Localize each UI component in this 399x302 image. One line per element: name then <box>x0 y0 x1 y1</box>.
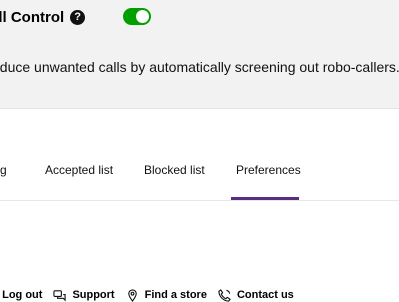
feature-title: all Control <box>0 8 65 26</box>
support-link[interactable]: Support <box>53 289 115 302</box>
call-control-toggle[interactable] <box>123 8 151 25</box>
tab-bar: g Accepted list Blocked list Preferences <box>0 109 399 201</box>
store-label: Find a store <box>144 289 207 301</box>
title-row: all Control ? <box>0 6 86 28</box>
feature-description: educe unwanted calls by automatically sc… <box>0 59 399 75</box>
chat-icon <box>53 289 67 302</box>
tab-blocked-list[interactable]: Blocked list <box>144 163 205 177</box>
tab-preferences[interactable]: Preferences <box>236 163 301 177</box>
help-icon[interactable]: ? <box>70 9 86 25</box>
contact-label: Contact us <box>236 289 294 301</box>
toggle-knob <box>136 10 149 23</box>
phone-icon <box>218 288 231 302</box>
contact-link[interactable]: Contact us <box>218 288 294 302</box>
find-store-link[interactable]: Find a store <box>126 288 207 302</box>
footer: , Log out Support Find a store Contact u… <box>0 287 305 302</box>
tab-accepted-list[interactable]: Accepted list <box>45 163 113 177</box>
tab-partial[interactable]: g <box>0 163 7 177</box>
active-tab-indicator <box>231 197 299 200</box>
call-control-panel: all Control ? educe unwanted calls by au… <box>0 0 399 109</box>
logout-link[interactable]: , Log out <box>0 289 42 301</box>
support-label: Support <box>72 289 115 301</box>
location-pin-icon <box>126 288 139 302</box>
